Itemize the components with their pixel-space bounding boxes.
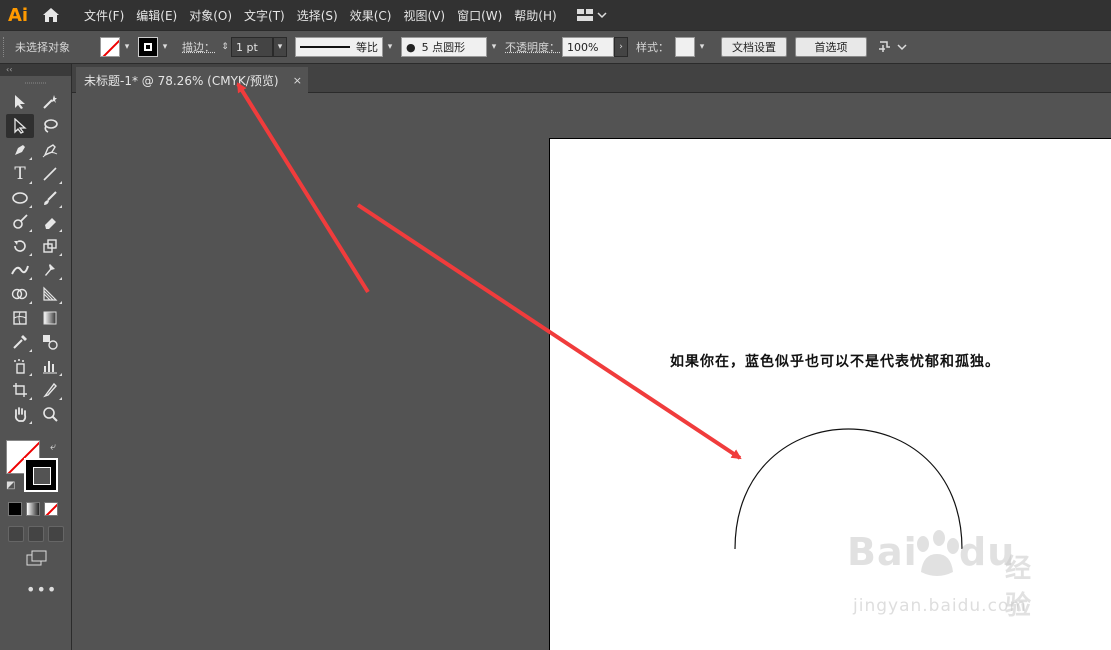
stroke-color-box[interactable] — [24, 458, 58, 492]
app-logo: Ai — [7, 4, 29, 26]
menu-help[interactable]: 帮助(H) — [508, 0, 562, 30]
hand-icon[interactable] — [6, 402, 34, 426]
opacity-input[interactable]: 100% — [562, 37, 614, 57]
shaper-icon[interactable] — [6, 210, 34, 234]
style-label: 样式： — [636, 41, 669, 54]
curvature-icon[interactable] — [36, 138, 64, 162]
stroke-label[interactable]: 描边： — [182, 39, 215, 55]
menu-edit[interactable]: 编辑(E) — [130, 0, 183, 30]
none-mode-icon[interactable] — [44, 502, 58, 516]
rotate-icon[interactable] — [6, 234, 34, 258]
menu-view[interactable]: 视图(V) — [397, 0, 451, 30]
gradient-icon[interactable] — [36, 306, 64, 330]
ellipse-icon[interactable] — [6, 186, 34, 210]
slice-icon[interactable] — [36, 378, 64, 402]
screen-mode-icon[interactable] — [26, 550, 48, 566]
pin-icon — [879, 41, 890, 52]
menu-object[interactable]: 对象(O) — [183, 0, 238, 30]
home-icon[interactable] — [36, 0, 66, 30]
selection-tool-icon[interactable] — [6, 90, 34, 114]
fill-stroke-widget[interactable]: ⤶ ◩ — [6, 440, 66, 494]
mesh-icon[interactable] — [6, 306, 34, 330]
perspective-grid-icon[interactable] — [36, 282, 64, 306]
draw-mode-buttons — [8, 526, 64, 542]
scale-icon[interactable] — [36, 234, 64, 258]
toolbar-grip[interactable] — [0, 76, 71, 90]
watermark-brand: Bai — [847, 530, 918, 574]
default-fill-stroke-icon[interactable]: ◩ — [6, 480, 15, 491]
stroke-swatch[interactable] — [138, 37, 158, 57]
menu-effect[interactable]: 效果(C) — [344, 0, 398, 30]
arrange-documents[interactable] — [877, 39, 907, 55]
tools-panel: ‹‹ T ⤶ ◩ ••• — [0, 64, 72, 650]
lasso-icon[interactable] — [36, 114, 64, 138]
paintbrush-icon[interactable] — [36, 186, 64, 210]
profile-dropdown-icon[interactable]: ▾ — [383, 37, 397, 57]
swap-fill-stroke-icon[interactable]: ⤶ — [50, 440, 56, 454]
direct-selection-icon[interactable] — [6, 114, 34, 138]
stroke-weight-field[interactable]: ⇕ 1 pt ▾ — [219, 37, 287, 57]
watermark-url: jingyan.baidu.com — [853, 596, 1027, 616]
baidu-watermark: Bai du 经验 jingyan.baidu.com — [847, 530, 1052, 626]
draw-normal-icon[interactable] — [8, 526, 24, 542]
brush-label: 5 点圆形 — [421, 41, 466, 54]
type-icon[interactable]: T — [6, 162, 34, 186]
collapse-toolbar-button[interactable]: ‹‹ — [0, 64, 71, 76]
close-icon[interactable]: × — [293, 74, 302, 87]
workspace-switcher[interactable] — [576, 0, 607, 30]
stepper-icon[interactable]: ⇕ — [219, 37, 231, 57]
preferences-button[interactable]: 首选项 — [795, 37, 867, 57]
workspace-layout-icon — [576, 9, 593, 21]
brush-definition[interactable]: ● 5 点圆形 — [401, 37, 487, 57]
eyedropper-icon[interactable] — [6, 330, 34, 354]
stroke-weight-dropdown-icon[interactable]: ▾ — [273, 37, 287, 57]
tool-grid: T — [0, 90, 71, 426]
color-mode-icon[interactable] — [8, 502, 22, 516]
gradient-mode-icon[interactable] — [26, 502, 40, 516]
menu-window[interactable]: 窗口(W) — [451, 0, 508, 30]
menu-select[interactable]: 选择(S) — [291, 0, 344, 30]
draw-inside-icon[interactable] — [48, 526, 64, 542]
width-tool-icon[interactable] — [6, 258, 34, 282]
symbol-sprayer-icon[interactable] — [6, 354, 34, 378]
menu-file[interactable]: 文件(F) — [78, 0, 130, 30]
shape-builder-icon[interactable] — [6, 282, 34, 306]
line-segment-icon[interactable] — [36, 162, 64, 186]
variable-width-profile[interactable]: 等比 — [295, 37, 383, 57]
pen-icon[interactable] — [6, 138, 34, 162]
style-dropdown-icon[interactable]: ▾ — [695, 37, 709, 57]
artboard-icon[interactable] — [6, 378, 34, 402]
chevron-down-icon — [597, 12, 607, 19]
stroke-dropdown-icon[interactable]: ▾ — [158, 37, 172, 57]
document-tab-bar: 未标题-1* @ 78.26% (CMYK/预览) × — [72, 64, 1111, 93]
graphic-style-swatch[interactable] — [675, 37, 695, 57]
column-graph-icon[interactable] — [36, 354, 64, 378]
document-setup-button[interactable]: 文档设置 — [721, 37, 787, 57]
chevron-down-icon — [897, 44, 907, 51]
brush-dropdown-icon[interactable]: ▾ — [487, 37, 501, 57]
draw-behind-icon[interactable] — [28, 526, 44, 542]
fill-dropdown-icon[interactable]: ▾ — [120, 37, 134, 57]
eraser-icon[interactable] — [36, 210, 64, 234]
blend-icon[interactable] — [36, 330, 64, 354]
opacity-arrow-icon[interactable]: › — [614, 37, 628, 57]
color-mode-buttons — [8, 502, 58, 516]
document-tab-title: 未标题-1* @ 78.26% (CMYK/预览) — [84, 73, 279, 88]
selection-status: 未选择对象 — [15, 41, 70, 54]
opacity-label[interactable]: 不透明度： — [505, 39, 560, 55]
edit-toolbar-icon[interactable]: ••• — [26, 580, 57, 599]
puppet-warp-icon[interactable] — [36, 258, 64, 282]
fill-swatch[interactable] — [100, 37, 120, 57]
stroke-profile-label: 等比 — [356, 41, 378, 54]
zoom-icon[interactable] — [36, 402, 64, 426]
stroke-weight-input[interactable]: 1 pt — [231, 37, 273, 57]
menu-bar: Ai 文件(F) 编辑(E) 对象(O) 文字(T) 选择(S) 效果(C) 视… — [0, 0, 1111, 30]
control-bar: 未选择对象 ▾ ▾ 描边： ⇕ 1 pt ▾ 等比 ▾ ● 5 点圆形 ▾ 不透… — [0, 30, 1111, 64]
menu-type[interactable]: 文字(T) — [238, 0, 291, 30]
illustrator-window: Ai 文件(F) 编辑(E) 对象(O) 文字(T) 选择(S) 效果(C) 视… — [0, 0, 1111, 650]
magic-wand-icon[interactable] — [36, 90, 64, 114]
control-bar-grip[interactable] — [3, 37, 9, 57]
document-tab[interactable]: 未标题-1* @ 78.26% (CMYK/预览) × — [76, 67, 308, 93]
